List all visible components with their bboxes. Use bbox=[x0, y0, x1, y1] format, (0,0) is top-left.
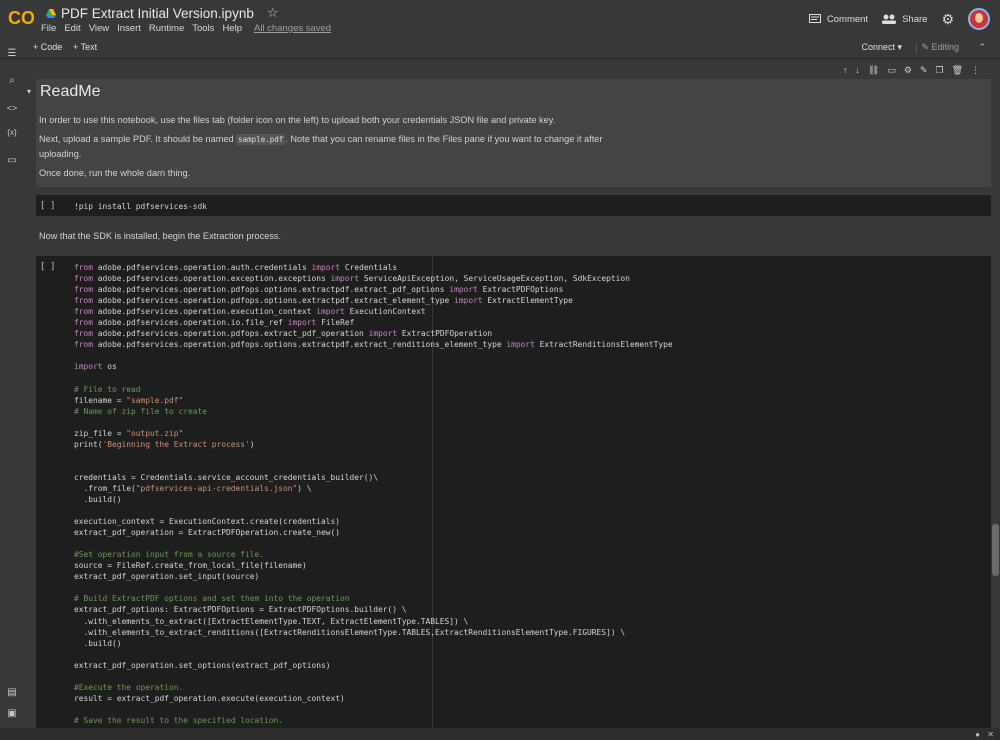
menu-edit[interactable]: Edit bbox=[64, 23, 80, 34]
section-collapse-icon[interactable]: ▾ bbox=[27, 87, 31, 96]
inline-code-sample: sample.pdf bbox=[236, 134, 286, 145]
code-cell-pip[interactable]: [ ] !pip install pdfservices-sdk bbox=[36, 195, 991, 216]
cell-toolbar: ↑ ↓ ⛓ ▭ ⚙ ✎ ❐ 🗑 ⋮ bbox=[843, 65, 980, 76]
menu-tools[interactable]: Tools bbox=[192, 23, 214, 34]
settings-icon[interactable]: ⚙ bbox=[904, 65, 912, 76]
top-bar: CO PDF Extract Initial Version.ipynb ☆ F… bbox=[0, 0, 1000, 38]
variables-icon[interactable]: {x} bbox=[6, 127, 18, 139]
scrollbar-thumb[interactable] bbox=[992, 524, 999, 576]
add-code-button[interactable]: + Code bbox=[33, 42, 62, 52]
run-cell-button[interactable]: [ ] bbox=[40, 262, 55, 272]
link-icon[interactable]: ⛓ bbox=[868, 65, 879, 76]
files-folder-icon[interactable]: ▭ bbox=[6, 155, 18, 167]
markdown-paragraph-3: Once done, run the whole darn thing. bbox=[39, 168, 191, 178]
header-actions: Comment Share ⚙ bbox=[808, 8, 990, 30]
settings-gear-icon[interactable]: ⚙ bbox=[941, 11, 954, 28]
p2-text-after: . Note that you can rename files in the … bbox=[285, 134, 603, 144]
code-editor[interactable]: from adobe.pdfservices.operation.auth.cr… bbox=[74, 262, 673, 726]
p2-text-line2: uploading. bbox=[39, 149, 82, 159]
edit-pencil-icon[interactable]: ✎ bbox=[920, 65, 928, 76]
markdown-paragraph-1: In order to use this notebook, use the f… bbox=[39, 115, 556, 125]
markdown-heading: ReadMe bbox=[40, 83, 101, 100]
menu-help[interactable]: Help bbox=[222, 23, 242, 34]
menu-insert[interactable]: Insert bbox=[117, 23, 141, 34]
star-icon[interactable]: ☆ bbox=[267, 5, 279, 21]
code-cell-extract[interactable]: [ ] from adobe.pdfservices.operation.aut… bbox=[36, 256, 991, 740]
notebook-title[interactable]: PDF Extract Initial Version.ipynb ☆ bbox=[46, 5, 279, 21]
code-pip-install[interactable]: !pip install pdfservices-sdk bbox=[74, 201, 207, 212]
drive-icon bbox=[46, 8, 56, 18]
text-cell: Now that the SDK is installed, begin the… bbox=[39, 231, 282, 241]
markdown-paragraph-2: Next, upload a sample PDF. It should be … bbox=[39, 132, 639, 161]
move-up-icon[interactable]: ↑ bbox=[843, 65, 848, 76]
scrollbar[interactable] bbox=[991, 59, 1000, 727]
connect-button[interactable]: Connect ▾ bbox=[861, 42, 902, 53]
comment-label: Comment bbox=[826, 13, 869, 25]
svg-text:CO: CO bbox=[8, 8, 34, 28]
collapse-header-icon[interactable]: ⌃ bbox=[978, 42, 986, 53]
notebook-toolbar: + Code + Text Connect ▾ ✎ Editing ⌃ bbox=[0, 38, 1000, 59]
move-down-icon[interactable]: ↓ bbox=[855, 65, 860, 76]
command-palette-icon[interactable]: ▤ bbox=[6, 687, 18, 699]
menu-runtime[interactable]: Runtime bbox=[149, 23, 184, 34]
editing-label: Editing bbox=[931, 42, 959, 52]
share-label: Share bbox=[902, 13, 928, 25]
file-title[interactable]: PDF Extract Initial Version.ipynb bbox=[61, 6, 254, 21]
terminal-icon[interactable]: ▣ bbox=[6, 708, 18, 720]
search-icon[interactable]: ⌕ bbox=[6, 75, 18, 87]
mirror-cell-icon[interactable]: ❐ bbox=[935, 65, 943, 76]
close-status-icon[interactable]: ✕ bbox=[987, 730, 994, 739]
table-of-contents-icon[interactable]: ☰ bbox=[6, 48, 18, 60]
code-snippets-icon[interactable]: <> bbox=[6, 102, 18, 114]
menu-view[interactable]: View bbox=[89, 23, 109, 34]
run-cell-button[interactable]: [ ] bbox=[40, 201, 55, 211]
menu-file[interactable]: File bbox=[41, 23, 56, 34]
status-bar: ● ✕ bbox=[0, 728, 1000, 740]
share-button[interactable]: Share bbox=[882, 14, 927, 25]
saved-status[interactable]: All changes saved bbox=[254, 23, 331, 34]
account-avatar[interactable] bbox=[968, 8, 990, 30]
comment-button[interactable]: Comment bbox=[808, 13, 869, 25]
more-options-icon[interactable]: ⋮ bbox=[971, 65, 980, 76]
editing-mode-button[interactable]: ✎ Editing bbox=[921, 42, 959, 53]
people-icon bbox=[882, 14, 897, 24]
colab-logo[interactable]: CO bbox=[8, 7, 34, 29]
delete-icon[interactable]: 🗑 bbox=[952, 65, 963, 76]
add-text-button[interactable]: + Text bbox=[73, 42, 97, 52]
left-sidebar: ☰ ⌕ <> {x} ▭ ▤ ▣ bbox=[0, 48, 24, 740]
comment-icon bbox=[808, 13, 821, 23]
status-dot-icon: ● bbox=[975, 730, 980, 739]
menu-bar: File Edit View Insert Runtime Tools Help… bbox=[41, 23, 331, 34]
p2-text-before: Next, upload a sample PDF. It should be … bbox=[39, 134, 237, 144]
comment-cell-icon[interactable]: ▭ bbox=[887, 65, 896, 76]
toolbar-divider bbox=[916, 43, 917, 54]
notebook-content: ↑ ↓ ⛓ ▭ ⚙ ✎ ❐ 🗑 ⋮ ▾ ReadMe In order to u… bbox=[24, 59, 1000, 740]
